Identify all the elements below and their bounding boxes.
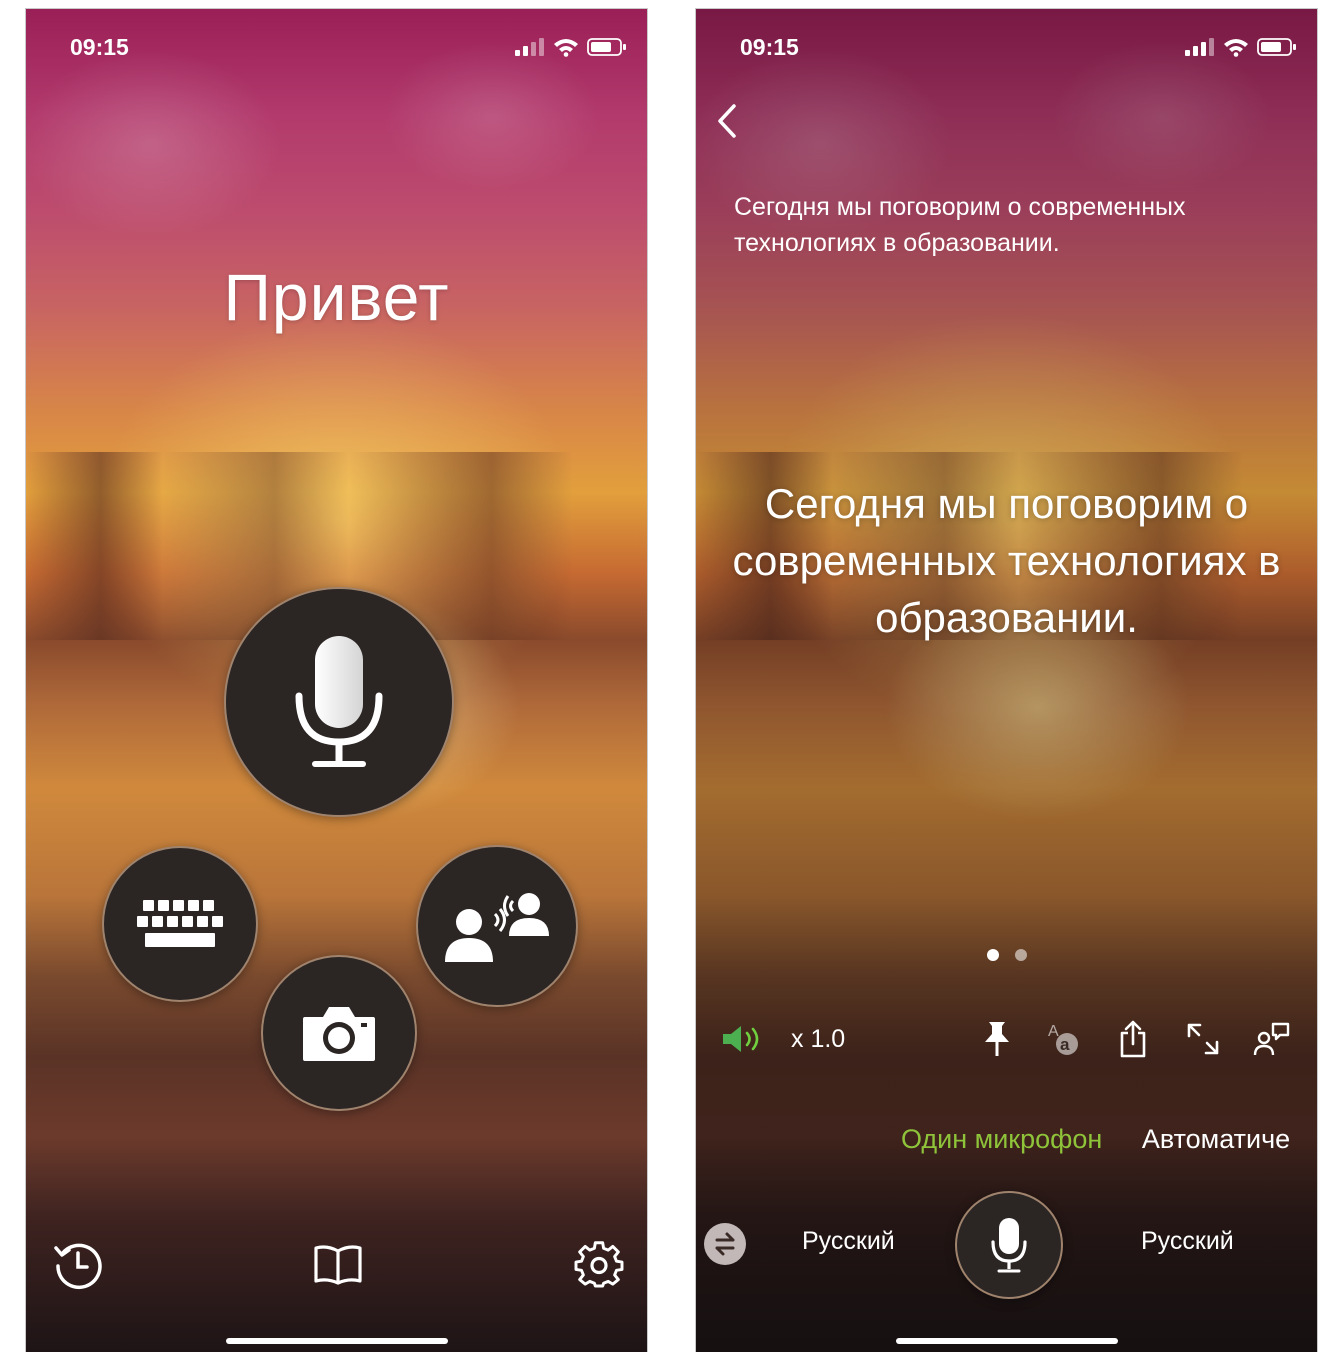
playback-speed[interactable]: x 1.0 <box>791 1014 845 1064</box>
settings-button[interactable] <box>573 1239 625 1291</box>
phrasebook-button[interactable] <box>312 1239 364 1291</box>
tab-automatic[interactable]: Автоматиче <box>1142 1124 1290 1155</box>
keyboard-input-button[interactable] <box>102 846 258 1002</box>
share-icon <box>1120 1020 1146 1058</box>
page-dot <box>1014 949 1027 961</box>
status-bar: 09:15 <box>696 31 1317 61</box>
pin-button[interactable] <box>979 1014 1015 1064</box>
home-screen: 09:15 Привет <box>25 8 648 1352</box>
home-indicator[interactable] <box>225 1338 448 1344</box>
conversation-icon <box>445 893 549 962</box>
status-time: 09:15 <box>740 34 799 60</box>
source-language[interactable]: Русский <box>802 1227 895 1256</box>
swap-icon <box>715 1232 735 1256</box>
target-language[interactable]: Русский <box>1141 1227 1234 1256</box>
fullscreen-button[interactable] <box>1185 1014 1221 1064</box>
conversation-button[interactable] <box>1252 1014 1292 1064</box>
bottom-navigation <box>26 1239 647 1299</box>
translation-text: Сегодня мы поговорим о современных техно… <box>732 480 1281 641</box>
microphone-icon <box>295 636 383 767</box>
camera-icon <box>303 1007 375 1061</box>
keyboard-icon <box>137 900 223 947</box>
page-indicator <box>696 949 1317 961</box>
source-text: Сегодня мы поговорим о современных техно… <box>734 193 1186 257</box>
voice-input-button[interactable] <box>955 1191 1063 1299</box>
tab-single-mic[interactable]: Один микрофон <box>901 1124 1102 1155</box>
wifi-icon <box>1224 39 1248 57</box>
voice-input-button[interactable] <box>224 587 454 817</box>
svg-text:A: A <box>1048 1023 1059 1040</box>
greeting-text: Привет <box>223 260 450 334</box>
mode-tabs: Один микрофон Автоматиче <box>901 1124 1317 1155</box>
battery-icon <box>1257 38 1296 56</box>
speak-button[interactable] <box>720 1014 766 1064</box>
font-translate-icon: A a <box>1048 1023 1078 1055</box>
gear-icon <box>574 1241 624 1288</box>
svg-text:a: a <box>1060 1035 1070 1054</box>
pin-icon <box>985 1022 1009 1056</box>
expand-icon <box>1187 1023 1219 1055</box>
share-button[interactable] <box>1115 1014 1151 1064</box>
font-button[interactable]: A a <box>1046 1014 1082 1064</box>
battery-icon <box>587 38 626 56</box>
translation-toolbar: x 1.0 A a <box>696 1014 1317 1064</box>
history-icon <box>54 1243 102 1290</box>
language-bar: Русский Русский <box>696 1189 1317 1299</box>
home-indicator[interactable] <box>895 1338 1118 1344</box>
conversation-icon <box>1253 1022 1290 1056</box>
translation-screen: 09:15 Сегодня мы поговорим о современных… <box>695 8 1318 1352</box>
signal-icon <box>1185 38 1214 56</box>
camera-input-button[interactable] <box>261 955 417 1111</box>
status-time: 09:15 <box>70 34 129 60</box>
status-bar: 09:15 <box>26 31 647 61</box>
history-button[interactable] <box>52 1239 104 1291</box>
microphone-icon <box>991 1218 1027 1273</box>
wifi-icon <box>554 39 578 57</box>
chevron-left-icon <box>718 104 736 138</box>
back-button[interactable] <box>708 101 748 141</box>
conversation-mode-button[interactable] <box>416 845 578 1007</box>
signal-icon <box>515 38 544 56</box>
page-dot-active <box>986 949 999 961</box>
swap-languages-button[interactable] <box>704 1223 746 1265</box>
phrasebook-icon <box>314 1245 362 1285</box>
speaker-icon <box>723 1026 759 1052</box>
